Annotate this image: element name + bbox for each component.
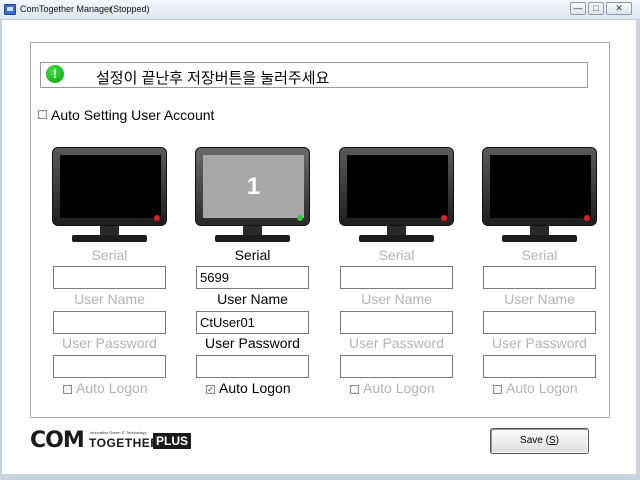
monitor-frame	[339, 147, 454, 226]
window-frame-bottom	[0, 474, 640, 480]
monitor-status-led	[441, 215, 447, 221]
user-name-input-1[interactable]	[53, 311, 166, 334]
window-title: ComTogether Manager	[20, 4, 113, 14]
logo-together-text: TOGETHER	[89, 436, 160, 450]
monitor-frame: 1	[195, 147, 310, 226]
auto-logon-checkbox-3[interactable]	[350, 385, 359, 394]
serial-label-2: Serial	[234, 247, 271, 263]
window-frame-left	[0, 20, 2, 480]
logo-tagline: Innovative Green IT Technology	[90, 430, 147, 435]
user-password-input-4[interactable]	[483, 355, 596, 378]
user-password-label-2: User Password	[205, 335, 300, 351]
auto-setting-label[interactable]: Auto Setting User Account	[51, 107, 214, 123]
monitor-number: 1	[246, 173, 261, 200]
monitor-status-led	[154, 215, 160, 221]
save-label-prefix: Save (	[520, 435, 549, 446]
save-button[interactable]: Save (S)	[490, 428, 589, 454]
monitor-neck	[387, 226, 406, 235]
serial-input-2[interactable]: 5699	[196, 266, 309, 289]
minimize-button[interactable]: —	[570, 2, 586, 15]
monitor-number	[60, 155, 161, 218]
monitor-3[interactable]	[339, 147, 454, 243]
window-status: (Stopped)	[110, 4, 150, 14]
serial-input-1[interactable]	[53, 266, 166, 289]
user-name-label-2: User Name	[217, 291, 288, 307]
user-password-input-3[interactable]	[340, 355, 453, 378]
user-password-label-3: User Password	[349, 335, 444, 351]
logo-plus-badge: PLUS	[153, 433, 192, 449]
user-password-input-2[interactable]	[196, 355, 309, 378]
auto-logon-label-1[interactable]: Auto Logon	[76, 380, 148, 396]
monitor-base	[215, 235, 290, 242]
monitor-number	[490, 155, 591, 218]
auto-logon-label-2[interactable]: Auto Logon	[219, 380, 291, 396]
monitor-status-led	[584, 215, 590, 221]
monitor-number	[347, 155, 448, 218]
monitor-base	[502, 235, 577, 242]
monitor-1[interactable]	[52, 147, 167, 243]
auto-logon-label-4[interactable]: Auto Logon	[506, 380, 578, 396]
monitor-base	[72, 235, 147, 242]
user-password-label-4: User Password	[492, 335, 587, 351]
monitor-status-led	[297, 215, 303, 221]
save-label-accesskey: S	[548, 435, 556, 446]
user-name-label-1: User Name	[74, 291, 145, 307]
serial-label-4: Serial	[521, 247, 558, 263]
monitor-frame	[482, 147, 597, 226]
comtogether-plus-logo: COM Innovative Green IT Technology TOGET…	[30, 428, 200, 453]
app-icon	[4, 4, 16, 15]
auto-logon-checkbox-4[interactable]	[493, 385, 502, 394]
serial-input-4[interactable]	[483, 266, 596, 289]
monitor-frame	[52, 147, 167, 226]
maximize-button[interactable]: □	[588, 2, 604, 15]
logo-com-text: COM	[30, 428, 85, 453]
monitor-2[interactable]: 1	[195, 147, 310, 243]
close-button[interactable]: ✕	[606, 2, 632, 15]
auto-setting-checkbox[interactable]	[38, 110, 47, 119]
serial-input-3[interactable]	[340, 266, 453, 289]
serial-label-3: Serial	[378, 247, 415, 263]
user-name-input-4[interactable]	[483, 311, 596, 334]
user-name-label-3: User Name	[361, 291, 432, 307]
info-icon: !	[46, 65, 64, 83]
save-label-suffix: )	[555, 435, 559, 446]
monitor-base	[359, 235, 434, 242]
auto-logon-checkbox-2[interactable]: ✓	[206, 385, 215, 394]
user-password-label-1: User Password	[62, 335, 157, 351]
auto-logon-checkbox-1[interactable]	[63, 385, 72, 394]
monitor-neck	[530, 226, 549, 235]
auto-logon-label-3[interactable]: Auto Logon	[363, 380, 435, 396]
monitor-neck	[243, 226, 262, 235]
serial-label-1: Serial	[91, 247, 128, 263]
monitor-neck	[100, 226, 119, 235]
user-password-input-1[interactable]	[53, 355, 166, 378]
user-name-input-3[interactable]	[340, 311, 453, 334]
user-name-label-4: User Name	[504, 291, 575, 307]
message-text: 설정이 끝난후 저장버튼을 눌러주세요	[96, 70, 330, 87]
title-bar: ComTogether Manager (Stopped) — □ ✕	[0, 0, 640, 20]
window-frame-right	[636, 20, 640, 480]
user-name-input-2[interactable]: CtUser01	[196, 311, 309, 334]
monitor-4[interactable]	[482, 147, 597, 243]
